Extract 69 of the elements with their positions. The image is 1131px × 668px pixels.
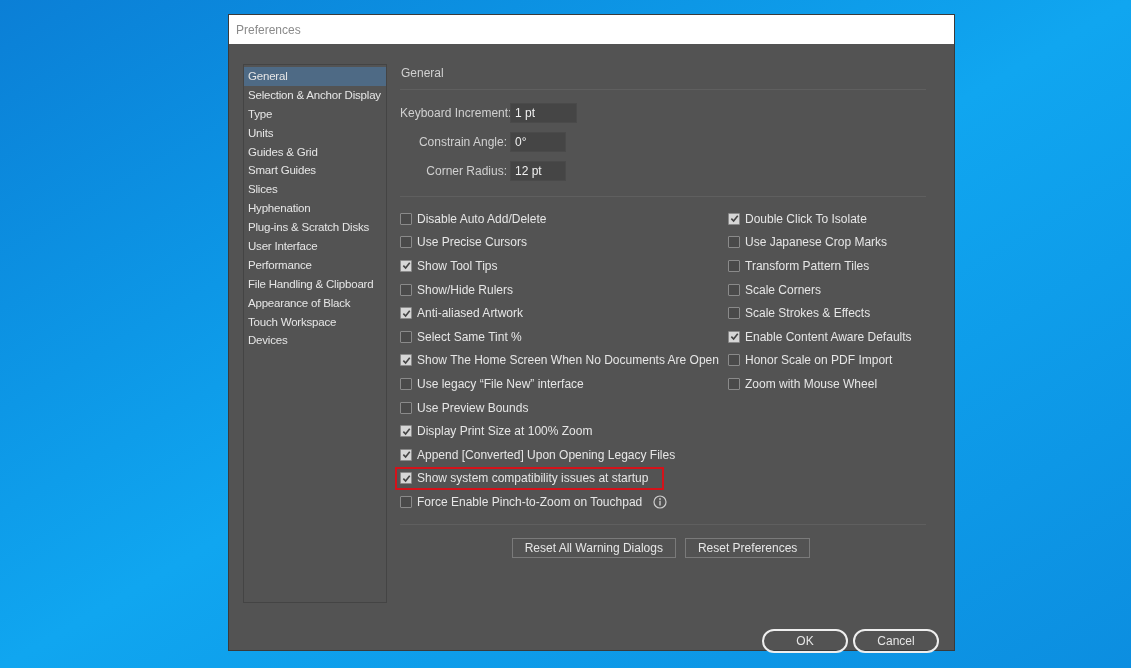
option-label: Enable Content Aware Defaults bbox=[745, 328, 912, 346]
option-label: Zoom with Mouse Wheel bbox=[745, 375, 878, 393]
checkbox[interactable] bbox=[728, 307, 740, 320]
option-label: Scale Corners bbox=[745, 281, 822, 299]
text-field[interactable]: 1 pt bbox=[510, 103, 577, 123]
sidebar-item[interactable]: File Handling & Clipboard bbox=[244, 274, 386, 294]
option-label: Select Same Tint % bbox=[417, 328, 522, 346]
checkbox[interactable] bbox=[728, 354, 740, 367]
checkbox[interactable] bbox=[728, 330, 740, 343]
sidebar-item[interactable]: Slices bbox=[244, 180, 386, 200]
option-label: Use Precise Cursors bbox=[417, 234, 528, 252]
checkbox[interactable] bbox=[400, 283, 412, 296]
checkbox[interactable] bbox=[400, 401, 412, 414]
option-label: Display Print Size at 100% Zoom bbox=[417, 423, 593, 441]
sidebar-item[interactable]: General bbox=[244, 67, 386, 86]
sidebar-item[interactable]: Hyphenation bbox=[244, 199, 386, 219]
checkbox[interactable] bbox=[400, 260, 412, 272]
checkbox[interactable] bbox=[728, 212, 740, 225]
dialog-button[interactable]: OK bbox=[762, 628, 848, 653]
sidebar-item[interactable]: Devices bbox=[244, 331, 386, 351]
field-label: Constrain Angle: bbox=[417, 134, 507, 151]
window-title: Preferences bbox=[236, 21, 301, 39]
option-label: Use Japanese Crop Marks bbox=[745, 234, 888, 252]
option-label: Show system compatibility issues at startup bbox=[417, 470, 649, 488]
reset-button[interactable]: Reset All Warning Dialogs bbox=[511, 537, 676, 558]
checkbox[interactable] bbox=[400, 377, 412, 390]
sidebar-item[interactable]: Units bbox=[244, 123, 386, 143]
option-label: Double Click To Isolate bbox=[745, 210, 867, 228]
checkbox[interactable] bbox=[728, 260, 740, 272]
text-field[interactable]: 12 pt bbox=[510, 161, 566, 181]
checkbox[interactable] bbox=[400, 236, 412, 249]
sidebar-item[interactable]: Selection & Anchor Display bbox=[244, 85, 386, 105]
checkbox[interactable] bbox=[400, 495, 412, 508]
option-label: Use Preview Bounds bbox=[417, 399, 529, 417]
option-label: Append [Converted] Upon Opening Legacy Files bbox=[417, 446, 676, 464]
checkbox[interactable] bbox=[400, 330, 412, 343]
option-label: Show Tool Tips bbox=[417, 258, 498, 275]
checkbox[interactable] bbox=[400, 212, 412, 225]
checkbox[interactable] bbox=[728, 283, 740, 296]
checkbox[interactable] bbox=[728, 236, 740, 249]
field-label: Corner Radius: bbox=[425, 163, 507, 180]
sidebar-item[interactable]: Touch Workspace bbox=[244, 312, 386, 332]
option-label: Use legacy “File New” interface bbox=[417, 375, 584, 393]
checkbox[interactable] bbox=[400, 448, 412, 461]
reset-button[interactable]: Reset Preferences bbox=[684, 537, 811, 558]
sidebar-item[interactable]: User Interface bbox=[244, 237, 386, 256]
text-field[interactable]: 0° bbox=[510, 132, 566, 152]
option-label: Disable Auto Add/Delete bbox=[417, 210, 547, 228]
option-label: Scale Strokes & Effects bbox=[745, 305, 871, 323]
option-label: Force Enable Pinch-to-Zoom on Touchpad bbox=[417, 493, 643, 511]
dialog-button[interactable]: Cancel bbox=[853, 628, 939, 653]
sidebar-item[interactable]: Appearance of Black bbox=[244, 293, 386, 313]
option-label: Show The Home Screen When No Documents Are Open bbox=[417, 352, 719, 370]
checkbox[interactable] bbox=[400, 425, 412, 438]
checkbox[interactable] bbox=[400, 472, 412, 485]
section-title: General bbox=[401, 66, 444, 80]
option-label: Show/Hide Rulers bbox=[417, 281, 514, 299]
sidebar-item[interactable]: Smart Guides bbox=[244, 161, 386, 181]
info-icon[interactable] bbox=[653, 494, 668, 509]
checkbox[interactable] bbox=[400, 307, 412, 320]
sidebar-item[interactable]: Performance bbox=[244, 255, 386, 275]
checkbox[interactable] bbox=[728, 377, 740, 390]
option-label: Honor Scale on PDF Import bbox=[745, 352, 893, 370]
sidebar-item[interactable]: Plug-ins & Scratch Disks bbox=[244, 218, 386, 237]
option-label: Transform Pattern Tiles bbox=[745, 258, 870, 275]
sidebar-item[interactable]: Type bbox=[244, 104, 386, 124]
sidebar-item[interactable]: Guides & Grid bbox=[244, 142, 386, 162]
option-label: Anti-aliased Artwork bbox=[417, 305, 524, 323]
checkbox[interactable] bbox=[400, 354, 412, 367]
